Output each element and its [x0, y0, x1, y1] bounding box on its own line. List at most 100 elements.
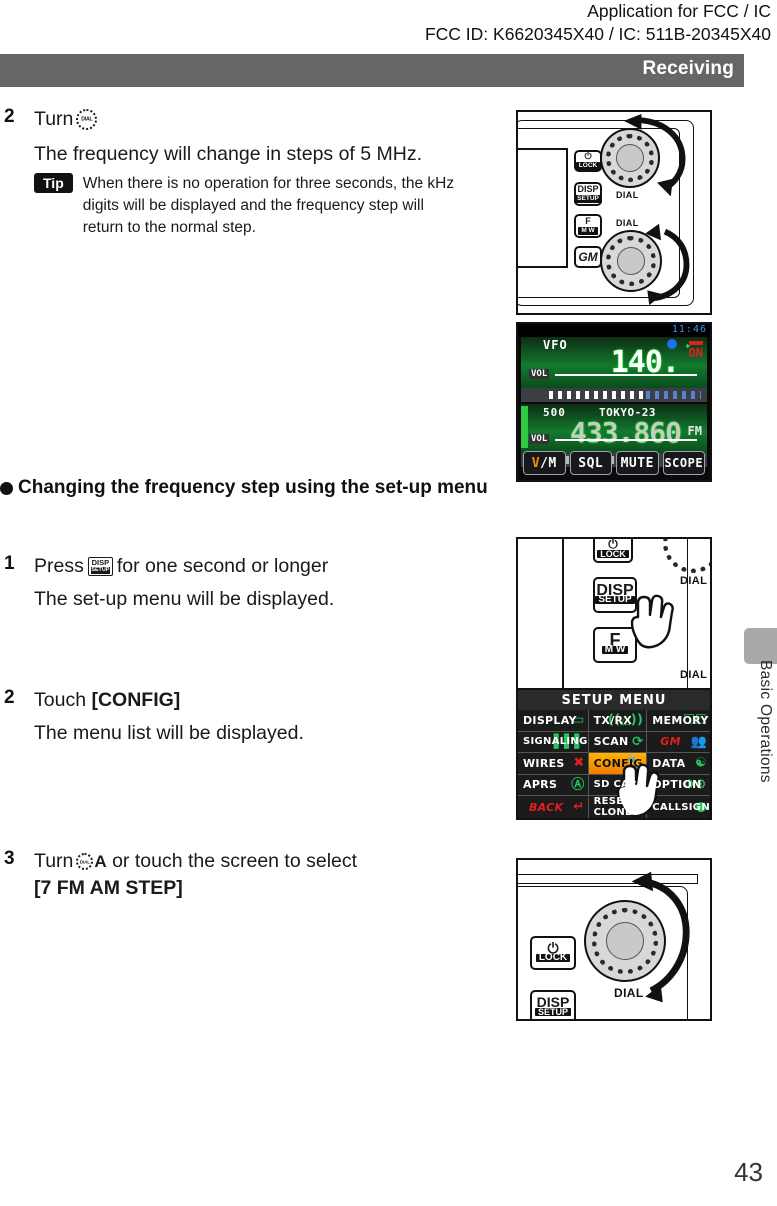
setup-menu-grid: DISPLAY ▭ TX/RX ((△)) MEMORY ☐☐ SIGNALIN… [518, 710, 710, 818]
menu-cell-aprs[interactable]: APRS Ⓐ [518, 774, 588, 795]
menu-label: TX/RX [593, 713, 633, 727]
back-arrow-icon: ↵ [573, 799, 585, 815]
fcc-header-line-2: FCC ID: K6620345X40 / IC: 511B-20345X40 [424, 24, 771, 44]
step-target-label: [7 FM AM STEP] [34, 877, 183, 899]
tip-block: Tip When there is no operation for three… [34, 173, 500, 239]
step-number: 1 [4, 553, 15, 574]
figure-setup-menu: SETUP MENU DISPLAY ▭ TX/RX ((△)) MEMORY … [516, 688, 712, 820]
menu-label: WIRES [523, 756, 565, 770]
figure-lcd-display: 11:46 VFO 140. VOL ON ✦ 500 TOKYO-23 433… [516, 322, 712, 482]
menu-cell-signaling[interactable]: SIGNALING ▌▌▌ [518, 731, 588, 752]
menu-label: APRS [523, 778, 558, 792]
figure-radio-big-dial: ⏻ LOCK DISP SETUP DIAL [516, 858, 712, 1021]
figure-radio-two-dials: ⏻ LOCK DISP SETUP F M W GM DIAL DIAL [516, 110, 712, 315]
step-result-text: The frequency will change in steps of 5 … [34, 143, 423, 165]
bluetooth-icon [667, 339, 677, 349]
rotation-arrows [623, 114, 690, 306]
lcd-lower-frequency: 433.860 [569, 416, 682, 449]
step-block-turn-dial-select: 3 Turn A or touch the screen to select [… [0, 848, 500, 902]
step-block-touch-config: 2 Touch [CONFIG] The menu list will be d… [0, 687, 500, 747]
step-number: 3 [4, 848, 15, 869]
lower-dial-label: DIAL [680, 669, 708, 681]
dial-suffix-label: A [94, 852, 107, 871]
section-heading-text: Changing the frequency step using the se… [18, 477, 488, 498]
menu-cell-memory[interactable]: MEMORY ☐☐ [647, 710, 710, 731]
step-lead-text: Turn [34, 850, 74, 872]
dial-knob-icon [76, 853, 94, 870]
page-number: 43 [734, 1157, 763, 1187]
lcd-busy-bar [521, 406, 528, 448]
menu-label: GM [660, 735, 681, 749]
tip-text: When there is no operation for three sec… [82, 175, 455, 236]
menu-label: BACK [529, 800, 564, 814]
step-result-text: The set-up menu will be displayed. [34, 588, 335, 610]
menu-label: SCAN [593, 735, 629, 749]
lcd-upper-vol-label: VOL [529, 369, 550, 379]
step-lead-text: Touch [34, 689, 87, 711]
dial-knob-icon [76, 109, 98, 130]
section-heading: Changing the frequency step using the se… [0, 477, 500, 499]
step-lead-text: Turn [34, 108, 74, 130]
upper-dial-label: DIAL [680, 575, 708, 587]
menu-label: SD CARD [593, 779, 646, 791]
setup-menu-title: SETUP MENU [518, 690, 710, 710]
menu-label: DISPLAY [523, 713, 577, 727]
menu-cell-back[interactable]: BACK ↵ [518, 796, 588, 818]
section-banner: Receiving [0, 54, 744, 87]
step-number: 2 [4, 106, 15, 127]
lcd-upper-vol-bar [555, 374, 697, 376]
menu-label: CONFIG [593, 756, 643, 770]
menu-cell-display[interactable]: DISPLAY ▭ [518, 710, 588, 731]
step-instruction: Turn A or touch the screen to select [7 … [34, 848, 500, 902]
step-target-label: [CONFIG] [91, 689, 181, 711]
lcd-vfo-tag: VFO [543, 338, 568, 352]
step-trail-text: for one second or longer [116, 555, 329, 577]
lcd-lower-vol-bar [555, 439, 697, 441]
fcc-application-header: Application for FCC / IC FCC ID: K662034… [0, 0, 777, 46]
step-trail-text: or touch the screen to select [112, 850, 358, 872]
lcd-mode-label: FM [687, 424, 702, 438]
step-block-turn-dial: 2 Turn The frequency will change in step… [0, 106, 500, 239]
menu-cell-txrx[interactable]: TX/RX ((△)) [588, 710, 647, 731]
lcd-upper-smeter [521, 388, 707, 402]
gps-icon: ✦ [684, 339, 691, 352]
menu-label: CALLSIGN [652, 801, 710, 813]
menu-label: RESET/ CLONE [593, 796, 635, 818]
menu-cell-wires[interactable]: WIRES ✖ [518, 753, 588, 774]
figure-radio-press-disp: ⏻ LOCK DISP SETUP F M W DIAL DIAL [516, 537, 712, 703]
step-result-text: The menu list will be displayed. [34, 722, 304, 744]
lcd-lower-band: 500 TOKYO-23 433.860 VOL FM [521, 404, 707, 454]
lcd-key-sql[interactable]: SQL [569, 451, 612, 475]
bullet-icon [0, 481, 13, 495]
lcd-key-scope[interactable]: SCOPE [662, 451, 705, 475]
lcd-key-vm[interactable]: V/M [523, 451, 566, 475]
lcd-lower-vol-label: VOL [529, 434, 550, 444]
menu-label: OPTION [652, 778, 702, 792]
menu-label: MEMORY [652, 713, 709, 727]
step-instruction: Turn [34, 106, 500, 133]
lcd-soft-key-row: V/M SQL MUTE SCOPE [521, 449, 707, 477]
menu-cell-gm[interactable]: GM 👥 [647, 731, 710, 752]
menu-cell-scan[interactable]: SCAN ⟳ [588, 731, 647, 752]
menu-label: DATA [652, 756, 686, 770]
fcc-header-line-1: Application for FCC / IC [587, 1, 771, 21]
power-glyph: ⏻ [608, 537, 618, 551]
step-block-press-disp: 1 Press DISP SETUP for one second or long… [0, 553, 500, 613]
radio-lcd-blank [518, 539, 564, 701]
chapter-tab-marker [744, 628, 777, 664]
mw-label: M W [601, 645, 629, 655]
lcd-upper-band: VFO 140. VOL ON ✦ [521, 337, 707, 389]
tip-badge: Tip [34, 173, 73, 193]
step-number: 2 [4, 687, 15, 708]
disp-setup-button-icon: DISP SETUP [87, 557, 113, 576]
lcd-clock: 11:46 [518, 324, 710, 337]
lcd-key-mute[interactable]: MUTE [616, 451, 659, 475]
circular-arrow-icon: ⟳ [632, 734, 644, 750]
people-icon: 👥 [690, 734, 707, 750]
step-instruction: Press DISP SETUP for one second or longer [34, 553, 500, 580]
section-title: Receiving [642, 58, 734, 79]
power-lock-button[interactable]: ⏻ LOCK [593, 537, 633, 563]
chapter-tab-label: Basic Operations [757, 660, 774, 783]
wifi-icon: ☯ [695, 755, 707, 771]
a-circle-icon: Ⓐ [571, 777, 585, 793]
